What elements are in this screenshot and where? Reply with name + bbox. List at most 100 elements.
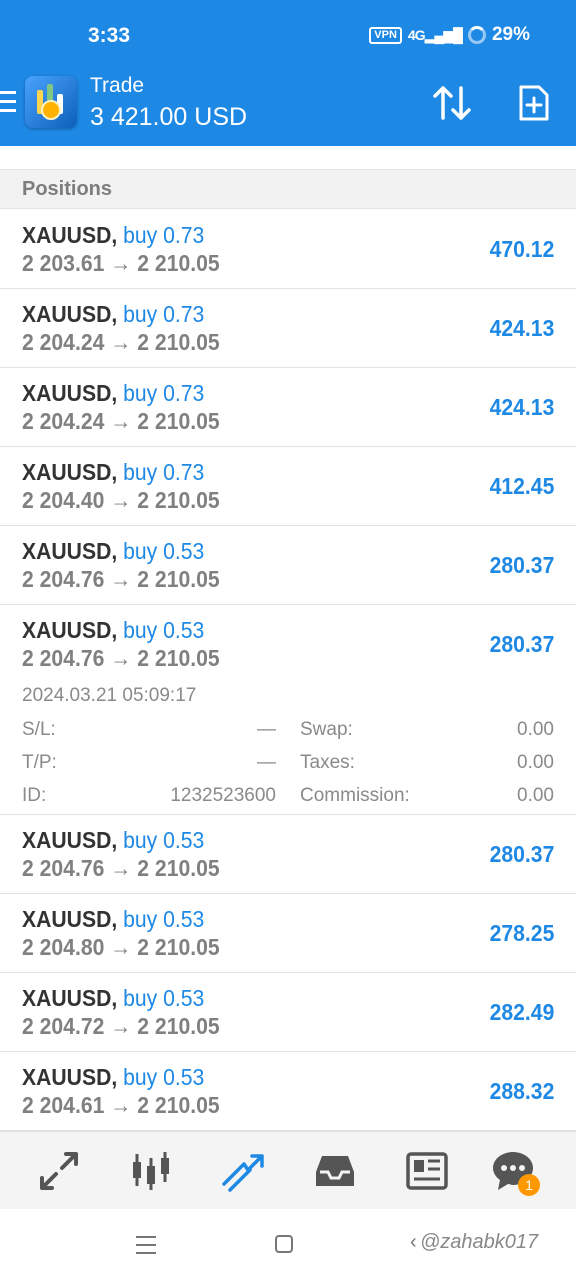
status-time: 3:33 <box>88 24 131 47</box>
position-side: buy 0.53 <box>123 906 205 932</box>
sl-label: S/L: <box>22 719 56 740</box>
system-nav: ‹ @zahabk017 <box>0 1209 576 1280</box>
open-price: 2 204.76 <box>22 645 105 671</box>
open-price: 2 204.72 <box>22 1013 105 1039</box>
position-symbol: XAUUSD, <box>22 222 118 248</box>
arrow-icon: → <box>110 408 132 434</box>
position-row[interactable]: XAUUSD, buy 0.73 2 204.40 → 2 210.05 412… <box>0 447 576 526</box>
arrow-icon: → <box>110 1013 132 1039</box>
current-price: 2 210.05 <box>137 1092 220 1118</box>
arrow-icon: → <box>110 645 132 671</box>
position-symbol: XAUUSD, <box>22 827 118 853</box>
open-price: 2 204.80 <box>22 934 105 960</box>
open-price: 2 204.76 <box>22 566 105 592</box>
taxes-label: Taxes: <box>300 752 355 773</box>
position-row[interactable]: XAUUSD, buy 0.73 2 203.61 → 2 210.05 470… <box>0 210 576 289</box>
position-side: buy 0.53 <box>123 538 205 564</box>
arrow-icon: → <box>110 855 132 881</box>
position-profit: 280.37 <box>489 631 554 657</box>
recent-apps-icon[interactable] <box>136 1236 156 1260</box>
battery-icon <box>467 26 486 44</box>
current-price: 2 210.05 <box>137 1013 220 1039</box>
positions-list: XAUUSD, buy 0.73 2 203.61 → 2 210.05 470… <box>0 210 576 1131</box>
watermark: @zahabk017 <box>420 1231 539 1253</box>
position-row[interactable]: XAUUSD, buy 0.73 2 204.24 → 2 210.05 424… <box>0 368 576 447</box>
position-profit: 278.25 <box>489 920 554 946</box>
account-balance: 3 421.00 USD <box>90 103 248 131</box>
back-icon[interactable]: ‹ <box>410 1231 417 1254</box>
chart-icon[interactable] <box>128 1148 174 1194</box>
chat-button[interactable]: 1 <box>490 1148 540 1196</box>
position-symbol: XAUUSD, <box>22 906 118 932</box>
position-row-expanded[interactable]: XAUUSD, buy 0.53 2 204.76 → 2 210.05 280… <box>0 605 576 815</box>
menu-icon[interactable] <box>0 91 16 113</box>
position-symbol: XAUUSD, <box>22 301 118 327</box>
position-row[interactable]: XAUUSD, buy 0.53 2 204.72 → 2 210.05 282… <box>0 973 576 1052</box>
arrow-icon: → <box>110 934 132 960</box>
position-side: buy 0.73 <box>123 380 205 406</box>
status-icons: VPN 4G▂▄▆█ 29% <box>369 24 530 46</box>
open-price: 2 203.61 <box>22 250 105 276</box>
position-symbol: XAUUSD, <box>22 538 118 564</box>
new-order-icon[interactable] <box>518 84 550 122</box>
current-price: 2 210.05 <box>137 645 220 671</box>
swap-value: 0.00 <box>517 719 554 740</box>
commission-value: 0.00 <box>517 785 554 806</box>
position-side: buy 0.53 <box>123 617 205 643</box>
tp-value: — <box>257 752 276 773</box>
position-profit: 288.32 <box>489 1078 554 1104</box>
bottom-nav: 1 <box>0 1131 576 1209</box>
sl-value: — <box>257 719 276 740</box>
position-profit: 282.49 <box>489 999 554 1025</box>
news-icon[interactable] <box>404 1148 450 1194</box>
position-side: buy 0.73 <box>123 222 205 248</box>
arrow-icon: → <box>110 487 132 513</box>
position-profit: 424.13 <box>489 315 554 341</box>
id-value: 1232523600 <box>170 785 276 806</box>
page-title: Trade <box>90 74 145 97</box>
open-time: 2024.03.21 05:09:17 <box>22 685 197 706</box>
position-symbol: XAUUSD, <box>22 985 118 1011</box>
home-icon[interactable] <box>275 1235 293 1253</box>
trade-icon[interactable] <box>220 1148 266 1194</box>
position-profit: 470.12 <box>489 236 554 262</box>
current-price: 2 210.05 <box>137 487 220 513</box>
vpn-icon: VPN <box>369 26 402 44</box>
positions-header: Positions <box>0 169 576 209</box>
chat-badge: 1 <box>518 1174 540 1196</box>
arrow-icon: → <box>110 329 132 355</box>
position-side: buy 0.53 <box>123 827 205 853</box>
current-price: 2 210.05 <box>137 250 220 276</box>
position-side: buy 0.73 <box>123 459 205 485</box>
quotes-icon[interactable] <box>36 1148 82 1194</box>
battery-level: 29% <box>491 24 530 45</box>
position-row[interactable]: XAUUSD, buy 0.73 2 204.24 → 2 210.05 424… <box>0 289 576 368</box>
position-row[interactable]: XAUUSD, buy 0.53 2 204.80 → 2 210.05 278… <box>0 894 576 973</box>
current-price: 2 210.05 <box>137 566 220 592</box>
section-title: Positions <box>22 178 113 200</box>
signal-icon: 4G▂▄▆█ <box>407 26 463 43</box>
history-icon[interactable] <box>312 1148 358 1194</box>
open-price: 2 204.61 <box>22 1092 105 1118</box>
position-profit: 280.37 <box>489 841 554 867</box>
position-row[interactable]: XAUUSD, buy 0.53 2 204.76 → 2 210.05 280… <box>0 526 576 605</box>
app-bar: 3:33 VPN 4G▂▄▆█ 29% Trade 3 421.00 USD <box>0 0 576 146</box>
current-price: 2 210.05 <box>137 329 220 355</box>
tp-label: T/P: <box>22 752 57 773</box>
open-price: 2 204.24 <box>22 329 105 355</box>
position-row[interactable]: XAUUSD, buy 0.53 2 204.76 → 2 210.05 280… <box>0 815 576 894</box>
current-price: 2 210.05 <box>137 855 220 881</box>
app-logo-icon <box>25 76 77 128</box>
sort-icon[interactable] <box>432 84 472 122</box>
current-price: 2 210.05 <box>137 408 220 434</box>
open-price: 2 204.24 <box>22 408 105 434</box>
position-side: buy 0.53 <box>123 985 205 1011</box>
position-symbol: XAUUSD, <box>22 380 118 406</box>
position-row[interactable]: XAUUSD, buy 0.53 2 204.61 → 2 210.05 288… <box>0 1052 576 1131</box>
open-price: 2 204.76 <box>22 855 105 881</box>
arrow-icon: → <box>110 566 132 592</box>
commission-label: Commission: <box>300 785 410 806</box>
open-price: 2 204.40 <box>22 487 105 513</box>
position-profit: 280.37 <box>489 552 554 578</box>
arrow-icon: → <box>110 250 132 276</box>
